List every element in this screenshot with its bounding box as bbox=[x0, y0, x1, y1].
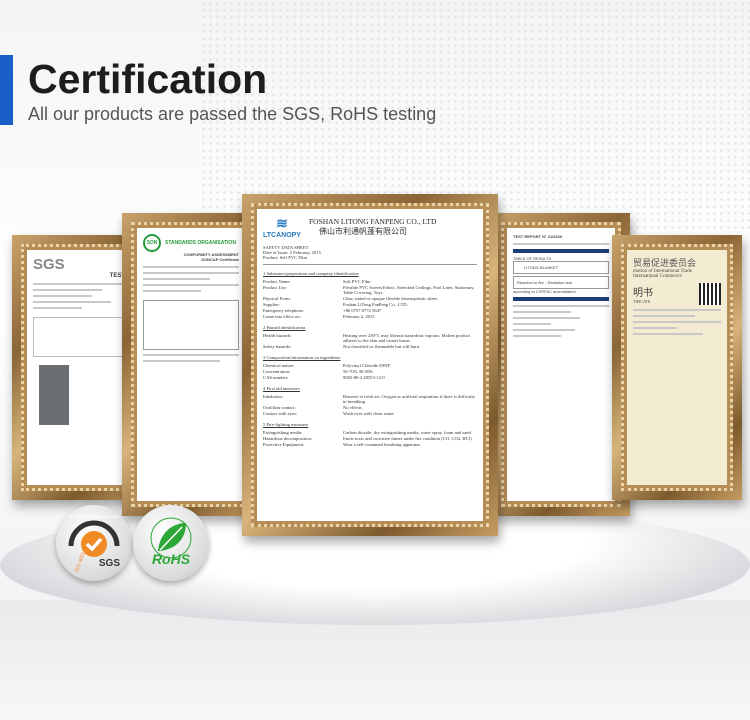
sds-section-title: 3 Composition/information on ingredients bbox=[263, 355, 341, 360]
rohs-label: RoHS bbox=[151, 551, 191, 567]
sds-section-title: 5 Fire-fighting measures bbox=[263, 422, 309, 427]
sds-row-value: Wash eyes with clean water bbox=[343, 411, 394, 416]
sds-row-value: Not classified as flammable but will bur… bbox=[343, 344, 421, 349]
sds-row-label: Product Name: bbox=[263, 279, 291, 284]
sds-section-title: 1 Substance/preparation and company iden… bbox=[263, 271, 359, 276]
sds-row-label: Oral/skin contact: bbox=[263, 405, 296, 410]
sds-row: Safety hazards: Not classified as flammab… bbox=[263, 344, 477, 349]
sds-row-value: Clear, tinted or opaque flexible thermop… bbox=[343, 296, 438, 301]
sds-row: Inhalation: Remove to fresh air. Oxygen o… bbox=[263, 394, 477, 404]
sds-row-value: +86 0757 8772 5647 bbox=[343, 308, 382, 313]
sds-section: 3 Composition/information on ingredients… bbox=[263, 355, 477, 380]
sds-row-label: Extinguishing media: bbox=[263, 430, 303, 435]
sds-meta-line: Product: Self PVC Film bbox=[263, 255, 308, 260]
sds-row-value: Carbon dioxide, dry extinguishing media,… bbox=[343, 430, 471, 435]
sds-row-label: Product Use: bbox=[263, 285, 287, 290]
sds-row-label: Emergency telephone: bbox=[263, 308, 305, 313]
sds-row-label: Concentration: bbox=[263, 369, 291, 374]
sds-row: Come into effect on: February 2, 2015 bbox=[263, 314, 477, 319]
sds-row-value: Flexible PVC Screen Fabric, Stretched Ce… bbox=[343, 285, 475, 295]
sds-row-value: Soft PVC Film bbox=[343, 279, 371, 284]
page-title: Certification bbox=[28, 56, 268, 102]
sds-row-value: Wear a self-contained breathing apparatu… bbox=[343, 442, 421, 447]
sds-row: Health hazards: Heating over 230°C may li… bbox=[263, 333, 477, 343]
sds-row-label: Contact with eyes: bbox=[263, 411, 298, 416]
sds-row-value: Emits toxic and corrosive fumes under fi… bbox=[343, 436, 472, 441]
sds-row-value: Foshan LiTong FanPeng Co., LTD. bbox=[343, 302, 408, 307]
certificate-heading-cn: 明书 bbox=[633, 288, 653, 299]
system-certification-label: SYSTEM CERTIFICATION bbox=[69, 514, 119, 519]
sds-section-title: 2 Hazard identification bbox=[263, 325, 306, 330]
sds-row: Contact with eyes: Wash eyes with clean w… bbox=[263, 411, 477, 416]
sds-row-label: Supplier: bbox=[263, 302, 280, 307]
sds-section: 1 Substance/preparation and company iden… bbox=[263, 271, 477, 319]
ltcanopy-logo: ≋ LTCANOPY bbox=[263, 215, 301, 239]
sds-row: Product Use: Flexible PVC Screen Fabric, … bbox=[263, 285, 477, 295]
qr-code bbox=[699, 283, 721, 305]
son-logo: SON bbox=[143, 234, 161, 252]
sds-row: Product Name: Soft PVC Film bbox=[263, 279, 477, 284]
sds-section-title: 4 First aid measures bbox=[263, 386, 300, 391]
certificate-subtitle-2: SONCAP Certificate bbox=[201, 257, 239, 262]
accreditation-note: according to CSPFAC accreditation bbox=[513, 289, 576, 294]
sds-row-label: Safety hazards: bbox=[263, 344, 292, 349]
sds-row: Emergency telephone: +86 0757 8772 5647 bbox=[263, 308, 477, 313]
sds-row: CAS number: 9002-86-2 28553-12-0 bbox=[263, 375, 477, 380]
page-subtitle: All our products are passed the SGS, RoH… bbox=[28, 104, 437, 124]
sds-row-value: February 2, 2015 bbox=[343, 314, 375, 319]
sds-row: Protective Equipment: Wear a self-contain… bbox=[263, 442, 477, 447]
son-certificate: SON STANDARDS ORGANISATION CONFORMITY AS… bbox=[122, 213, 260, 516]
sds-row-label: Health hazards: bbox=[263, 333, 292, 338]
certificate-title: STANDARDS ORGANISATION bbox=[165, 240, 236, 246]
sds-row-label: Come into effect on: bbox=[263, 314, 301, 319]
sds-row-label: Protective Equipment: bbox=[263, 442, 305, 447]
title-accent-bar bbox=[0, 55, 13, 125]
sds-row: Supplier: Foshan LiTong FanPeng Co., LTD. bbox=[263, 302, 477, 307]
tested-item: LITONG BLANKET bbox=[513, 261, 609, 274]
certificate-title-cn: 贸易促进委员会 bbox=[633, 258, 697, 268]
sds-section: 4 First aid measures Inhalation: Remove to… bbox=[263, 386, 477, 416]
sds-row: Extinguishing media: Carbon dioxide, dry … bbox=[263, 430, 477, 435]
sds-row-label: Physical Form: bbox=[263, 296, 291, 301]
sgs-logo: SGS bbox=[33, 256, 65, 273]
sds-row: Concentration: 50-70% 30-50% bbox=[263, 369, 477, 374]
sds-row-value: Polyvinyl Chloride DINP bbox=[343, 363, 390, 368]
test-report-certificate: TEST REPORT N° 21/2620 TABLE OF RESULTS … bbox=[492, 213, 630, 516]
sds-row-value: No effects bbox=[343, 405, 362, 410]
sds-row-label: CAS number: bbox=[263, 375, 289, 380]
certificate-title: TEST REPORT N° 21/2620 bbox=[513, 234, 563, 239]
certificate-heading: TIFICATE bbox=[633, 299, 651, 304]
certificate-line-2: International Commerce bbox=[633, 274, 682, 279]
safety-data-sheet-certificate: ≋ LTCANOPY FOSHAN LITONG FANPENG CO., LTD… bbox=[242, 194, 498, 536]
company-name: FOSHAN LITONG FANPENG CO., LTD bbox=[308, 217, 437, 226]
test-result: Reaction to fire - Radiation test bbox=[513, 276, 609, 289]
sgs-badge-label: SGS bbox=[98, 558, 120, 569]
sds-row: Physical Form: Clear, tinted or opaque fl… bbox=[263, 296, 477, 301]
sds-row-label: Inhalation: bbox=[263, 394, 283, 399]
ccpit-certificate: 贸易促进委员会 motion of International Trade In… bbox=[612, 235, 742, 500]
certificate-title: TEST R bbox=[109, 273, 131, 279]
sds-row-value: Heating over 230°C may liberate hazardou… bbox=[343, 333, 470, 343]
sds-row-label: Chemical nature: bbox=[263, 363, 295, 368]
sds-section: 5 Fire-fighting measures Extinguishing me… bbox=[263, 422, 477, 447]
sgs-iso-badge: SGS ISO 9001 SYSTEM CERTIFICATION bbox=[56, 505, 132, 581]
sds-row-value: 9002-86-2 28553-12-0 bbox=[343, 375, 385, 380]
sds-row-value: 50-70% 30-50% bbox=[343, 369, 374, 374]
sds-section: 2 Hazard identification Health hazards: He… bbox=[263, 325, 477, 349]
sds-row-label: Hazardous decomposition: bbox=[263, 436, 313, 441]
sds-row-value: Remove to fresh air. Oxygen or artificia… bbox=[343, 394, 476, 404]
sds-row: Chemical nature: Polyvinyl Chloride DINP bbox=[263, 363, 477, 368]
sds-row: Hazardous decomposition: Emits toxic and … bbox=[263, 436, 477, 441]
company-name-cn: 佛山市利通帆蓬有限公司 bbox=[318, 227, 407, 236]
rohs-badge: RoHS bbox=[133, 505, 209, 581]
sds-row: Oral/skin contact: No effects bbox=[263, 405, 477, 410]
